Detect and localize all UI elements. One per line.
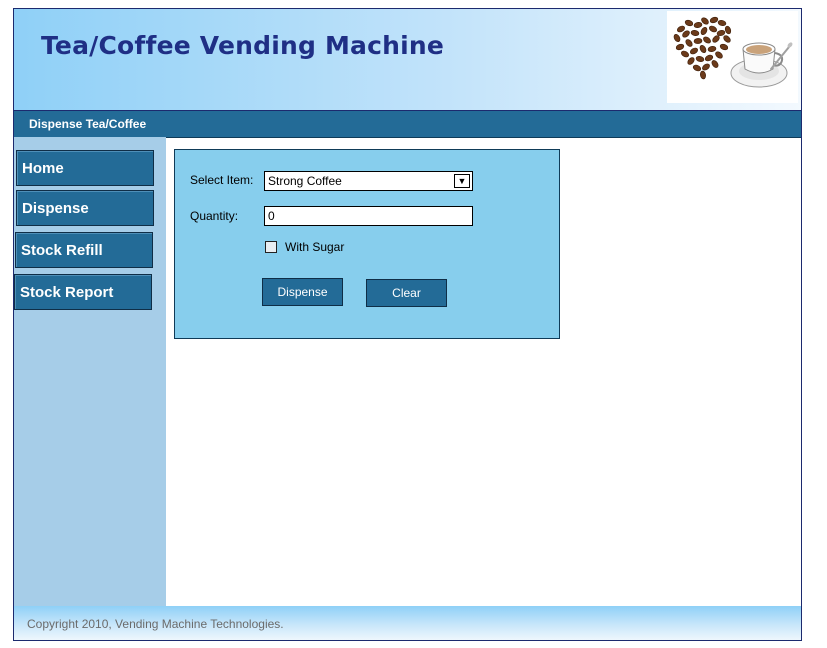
nav-link-dispense-tea-coffee[interactable]: Dispense Tea/Coffee xyxy=(29,117,146,131)
coffee-logo-icon xyxy=(667,11,798,103)
dropdown-arrow-icon[interactable]: ▼ xyxy=(454,174,470,188)
quantity-label: Quantity: xyxy=(190,209,239,223)
footer: Copyright 2010, Vending Machine Technolo… xyxy=(14,606,801,640)
sidebar-item-home[interactable]: Home xyxy=(16,150,154,186)
sidebar: Home Dispense Stock Refill Stock Report xyxy=(14,137,166,606)
sidebar-item-stock-report[interactable]: Stock Report xyxy=(14,274,152,310)
copyright-text: Copyright 2010, Vending Machine Technolo… xyxy=(27,617,284,631)
header-banner: Tea/Coffee Vending Machine xyxy=(14,9,801,111)
app-window: Tea/Coffee Vending Machine Dispense Tea/… xyxy=(13,8,802,641)
with-sugar-label: With Sugar xyxy=(285,240,345,254)
app-title: Tea/Coffee Vending Machine xyxy=(41,31,445,60)
item-select-dropdown[interactable]: Strong Coffee ▼ xyxy=(264,171,473,191)
quantity-input[interactable]: 0 xyxy=(264,206,473,226)
with-sugar-checkbox[interactable] xyxy=(265,241,277,253)
dispense-form-panel: Select Item: Strong Coffee ▼ Quantity: 0… xyxy=(174,149,560,339)
dispense-button[interactable]: Dispense xyxy=(262,278,343,306)
item-select-value: Strong Coffee xyxy=(268,174,342,188)
select-item-label: Select Item: xyxy=(190,173,254,187)
sidebar-item-stock-refill[interactable]: Stock Refill xyxy=(15,232,153,268)
sidebar-item-dispense[interactable]: Dispense xyxy=(16,190,154,226)
nav-bar: Dispense Tea/Coffee xyxy=(14,111,801,138)
clear-button[interactable]: Clear xyxy=(366,279,447,307)
